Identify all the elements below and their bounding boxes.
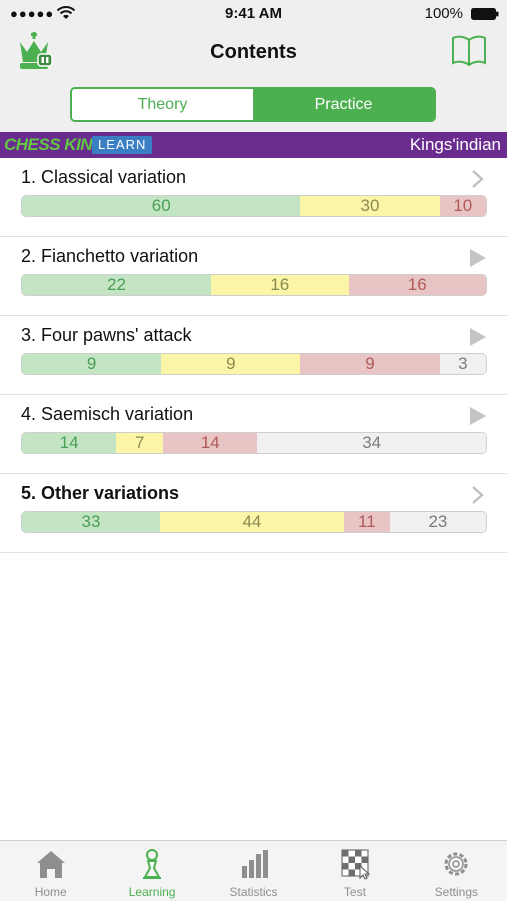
tab-test[interactable]: Test	[304, 841, 405, 901]
chessboard-icon	[338, 848, 372, 880]
progress-segment-green: 22	[22, 275, 212, 295]
progress-segment-red: 10	[439, 196, 486, 216]
progress-segment-yellow: 44	[159, 512, 344, 532]
bar-chart-icon	[237, 848, 271, 880]
learn-badge: LEARN	[92, 136, 153, 154]
chapter-title: 5. Other variations	[21, 483, 180, 503]
play-icon[interactable]	[469, 248, 487, 268]
chapter-title: 4. Saemisch variation	[21, 404, 194, 424]
segment-theory[interactable]: Theory	[72, 89, 253, 120]
progress-segment-red: 11	[343, 512, 390, 532]
opening-name: Kings'indian	[409, 135, 501, 154]
tab-settings[interactable]: Settings	[406, 841, 507, 901]
play-icon[interactable]	[469, 327, 487, 347]
progress-segment-green: 60	[22, 196, 301, 216]
page-title: Contents	[210, 41, 297, 63]
tab-label: Settings	[434, 885, 478, 899]
progress-segment-green: 33	[22, 512, 160, 532]
progress-segment-green: 9	[22, 354, 162, 374]
tab-home[interactable]: Home	[0, 841, 101, 901]
battery-icon	[471, 8, 499, 20]
chapter-row[interactable]: 3. Four pawns' attack 9 9 9 3	[0, 316, 507, 395]
tab-bar: Home Learning Statistics Test Settings	[0, 840, 507, 901]
progress-segment-yellow: 16	[211, 275, 349, 295]
brand-name: CHESS KING	[4, 135, 105, 154]
chevron-right-icon[interactable]	[471, 169, 485, 189]
chapter-row[interactable]: 5. Other variations 33 44 11 23	[0, 474, 507, 553]
pawn-icon	[135, 848, 169, 880]
tab-label: Test	[343, 885, 366, 899]
chapter-list: 1. Classical variation 60 30 10 2. Fianchett…	[0, 158, 507, 553]
segment-practice[interactable]: Practice	[253, 89, 434, 120]
navigation-bar: Contents Theory Practice	[0, 28, 507, 132]
chapter-title: 2. Fianchetto variation	[21, 246, 199, 266]
progress-bar: 60 30 10	[21, 195, 487, 217]
chapter-title: 3. Four pawns' attack	[21, 325, 192, 345]
course-banner: CHESS KING LEARN Kings'indian	[0, 132, 507, 158]
progress-segment-green: 14	[22, 433, 117, 453]
tab-label: Statistics	[229, 885, 278, 899]
progress-segment-yellow: 9	[161, 354, 301, 374]
progress-bar: 22 16 16	[21, 274, 487, 296]
progress-segment-red: 9	[300, 354, 440, 374]
tab-learning[interactable]: Learning	[101, 841, 202, 901]
theory-practice-segmented-control: Theory Practice	[70, 87, 436, 122]
tab-label: Home	[34, 885, 67, 899]
book-icon[interactable]	[451, 35, 487, 67]
chevron-right-icon[interactable]	[471, 485, 485, 505]
progress-segment-red: 16	[348, 275, 486, 295]
chapter-row[interactable]: 1. Classical variation 60 30 10	[0, 158, 507, 237]
home-icon	[34, 848, 68, 880]
progress-segment-yellow: 30	[300, 196, 440, 216]
tab-statistics[interactable]: Statistics	[203, 841, 304, 901]
progress-bar: 14 7 14 34	[21, 432, 487, 454]
progress-bar: 33 44 11 23	[21, 511, 487, 533]
progress-bar: 9993	[21, 353, 487, 375]
progress-segment-grey: 23	[389, 512, 486, 532]
chapter-row[interactable]: 4. Saemisch variation 14 7 14 34	[0, 395, 507, 474]
progress-segment-grey: 3	[439, 354, 486, 374]
progress-segment-red: 14	[163, 433, 258, 453]
tab-label: Learning	[128, 885, 176, 899]
status-bar: ●●●●● 9:41 AM 100%	[0, 0, 507, 28]
chapter-title: 1. Classical variation	[21, 167, 187, 187]
battery-percentage: 100%	[424, 5, 463, 22]
chapter-row[interactable]: 2. Fianchetto variation 22 16 16	[0, 237, 507, 316]
play-icon[interactable]	[469, 406, 487, 426]
progress-segment-grey: 34	[257, 433, 486, 453]
progress-segment-yellow: 7	[116, 433, 164, 453]
gear-icon	[439, 848, 473, 880]
